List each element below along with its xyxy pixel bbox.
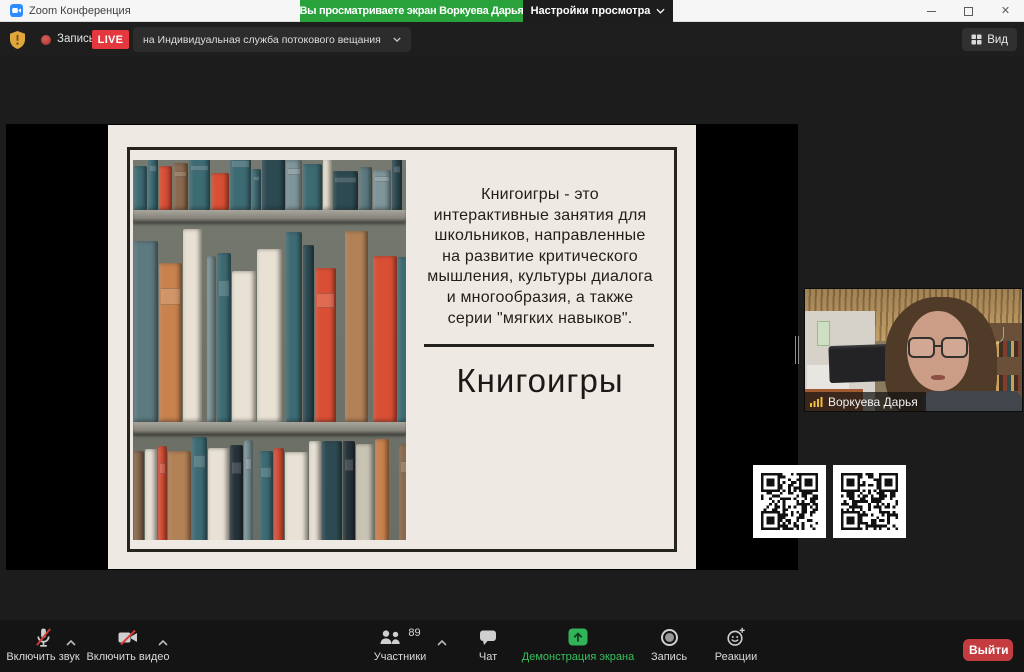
video-options-chevron-icon[interactable]: [158, 640, 168, 646]
leave-meeting-button[interactable]: Выйти: [963, 639, 1013, 661]
participant-name: Воркуева Дарья: [828, 395, 918, 409]
participants-count: 89: [408, 627, 420, 639]
meeting-toolbar: Включить звук Включить видео 89: [0, 620, 1024, 672]
start-video-button[interactable]: Включить видео: [86, 627, 170, 663]
slide-paragraph-line: мышления, культуры диалога: [406, 267, 674, 288]
minimize-button[interactable]: [913, 0, 950, 22]
slide-title: Книгоигры: [406, 362, 674, 400]
chat-button[interactable]: Чат: [464, 627, 512, 663]
qr-code-right: [833, 465, 906, 538]
video-bg-device: [828, 344, 893, 383]
reactions-smiley-icon: [726, 627, 746, 647]
recording-dot-icon: [41, 35, 51, 45]
slide-paragraph-line: и многообразия, а также: [406, 288, 674, 309]
viewing-screen-banner: Вы просматриваете экран Воркуева Дарья: [300, 0, 523, 22]
participant-glasses: [908, 337, 970, 359]
slide-paragraph-line: интерактивные занятия для: [406, 206, 674, 227]
maximize-button[interactable]: [950, 0, 987, 22]
slide-paragraph-line: школьников, направленные: [406, 226, 674, 247]
grid-icon: [971, 34, 982, 45]
view-settings-label: Настройки просмотра: [531, 5, 651, 17]
stream-service-dropdown[interactable]: на Индивидуальная служба потокового веща…: [133, 27, 411, 52]
start-video-label: Включить видео: [86, 651, 169, 663]
unmute-label: Включить звук: [6, 651, 79, 663]
slide-text-column: Книгоигры - этоинтерактивные занятия для…: [406, 150, 674, 549]
slide-paragraph-line: серии "мягких навыков".: [406, 309, 674, 330]
participant-name-label: Воркуева Дарья: [805, 392, 926, 411]
camera-muted-icon: [117, 629, 139, 646]
microphone-muted-icon: [34, 627, 53, 648]
slide-paragraph-line: на развитие критического: [406, 247, 674, 268]
live-badge: LIVE: [92, 30, 129, 49]
chat-icon: [479, 629, 497, 646]
record-button[interactable]: Запись: [645, 627, 693, 663]
slide-frame: Книгоигры - этоинтерактивные занятия для…: [127, 147, 677, 552]
security-shield-icon[interactable]: [10, 31, 25, 49]
view-layout-button[interactable]: Вид: [962, 28, 1017, 51]
chevron-down-icon: [393, 37, 401, 42]
window-title-bar: Zoom Конференция Вы просматриваете экран…: [0, 0, 1024, 22]
participants-icon: [379, 629, 402, 645]
slide-paragraph: Книгоигры - этоинтерактивные занятия для…: [406, 185, 674, 329]
record-icon: [661, 629, 678, 646]
signal-bars-icon: [810, 396, 823, 407]
participants-chevron-icon[interactable]: [437, 640, 447, 646]
share-screen-label: Демонстрация экрана: [522, 651, 634, 663]
video-panel-collapse-handle[interactable]: [795, 336, 801, 364]
maximize-icon: [964, 7, 973, 16]
view-button-label: Вид: [987, 34, 1008, 46]
presentation-slide: Книгоигры - этоинтерактивные занятия для…: [108, 125, 696, 569]
minimize-icon: [927, 11, 936, 12]
shared-screen-area: Книгоигры - этоинтерактивные занятия для…: [6, 124, 798, 570]
reactions-label: Реакции: [715, 651, 758, 663]
recording-label: Запись: [57, 22, 95, 57]
audio-options-chevron-icon[interactable]: [66, 640, 76, 646]
record-label: Запись: [651, 651, 687, 663]
unmute-button[interactable]: Включить звук: [0, 627, 86, 663]
app-title: Zoom Конференция: [29, 0, 131, 22]
zoom-logo-icon: [10, 4, 23, 17]
window-controls: ✕: [913, 0, 1024, 22]
slide-paragraph-line: Книгоигры - это: [406, 185, 674, 206]
qr-code-left: [753, 465, 826, 538]
reactions-button[interactable]: Реакции: [706, 627, 766, 663]
stream-service-label: на Индивидуальная служба потокового веща…: [143, 34, 381, 46]
view-settings-dropdown[interactable]: Настройки просмотра: [523, 0, 673, 22]
share-screen-button[interactable]: Демонстрация экрана: [518, 627, 638, 663]
bookshelf-photo: [133, 160, 406, 540]
meeting-info-bar: Запись LIVE на Индивидуальная служба пот…: [0, 22, 1024, 57]
slide-divider: [424, 344, 654, 347]
chat-label: Чат: [479, 651, 497, 663]
share-screen-icon: [568, 628, 588, 646]
participants-button[interactable]: 89 Участники: [356, 627, 444, 663]
close-icon: ✕: [1001, 6, 1010, 17]
participant-video-thumbnail[interactable]: Воркуева Дарья: [805, 289, 1022, 411]
chevron-down-icon: [656, 8, 665, 14]
participants-label: Участники: [374, 651, 427, 663]
close-button[interactable]: ✕: [987, 0, 1024, 22]
